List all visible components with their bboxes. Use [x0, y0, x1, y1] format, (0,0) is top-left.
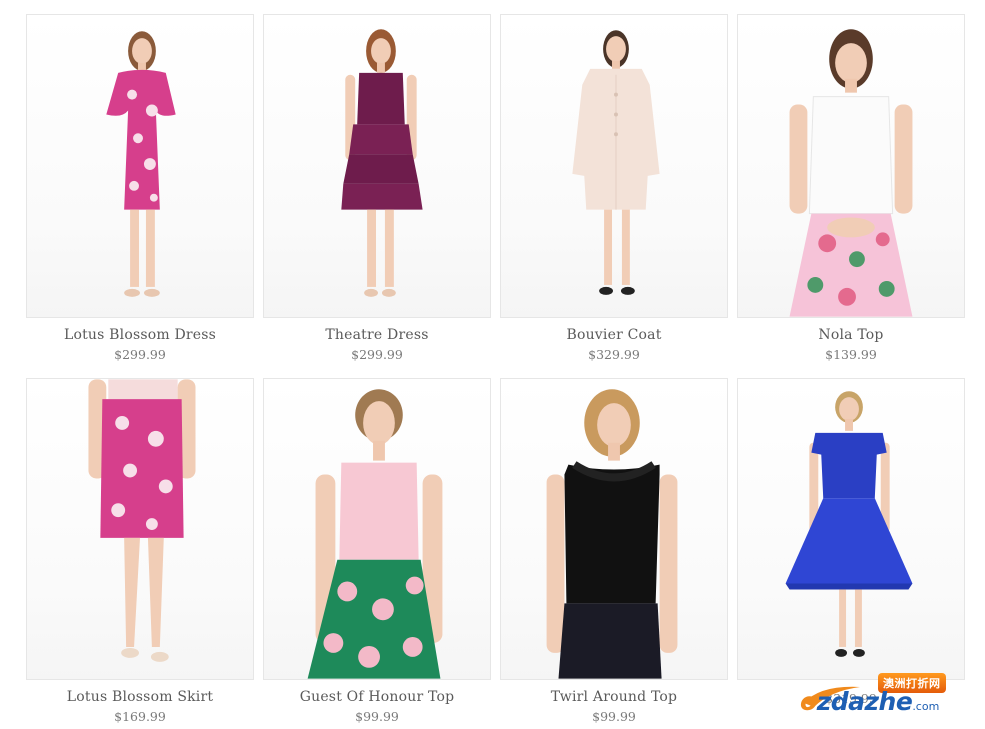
- product-image[interactable]: [500, 14, 728, 318]
- ruffled-dress-model-icon: [341, 29, 423, 297]
- product-image[interactable]: [500, 378, 728, 680]
- product-price: $329.99: [588, 347, 640, 362]
- product-image[interactable]: [263, 14, 491, 318]
- product-card[interactable]: Lotus Blossom Skirt $169.99: [26, 378, 254, 729]
- product-name[interactable]: Twirl Around Top: [551, 688, 677, 706]
- product-image[interactable]: [26, 14, 254, 318]
- watermark-o: o: [800, 687, 817, 716]
- watermark-tld: .com: [912, 700, 940, 713]
- product-card[interactable]: Lotus Blossom Dress $299.99: [26, 14, 254, 378]
- product-card[interactable]: Guest Of Honour Top $99.99: [263, 378, 491, 729]
- product-price: $299.99: [351, 347, 403, 362]
- product-image[interactable]: [737, 14, 965, 318]
- watermark-wordmark: ozdazhe.com: [800, 687, 939, 716]
- product-price: $299.99: [114, 347, 166, 362]
- watermark-word: zdazhe: [816, 687, 913, 716]
- product-image[interactable]: [737, 378, 965, 680]
- product-price: $99.99: [592, 709, 636, 724]
- product-card[interactable]: Bouvier Coat $329.99: [500, 14, 728, 378]
- product-card[interactable]: Theatre Dress $299.99: [263, 14, 491, 378]
- product-name[interactable]: Theatre Dress: [325, 326, 428, 344]
- product-image[interactable]: [263, 378, 491, 680]
- product-card[interactable]: Twirl Around Top $99.99: [500, 378, 728, 729]
- black-top-model-icon: [546, 389, 678, 679]
- product-name[interactable]: Lotus Blossom Skirt: [67, 688, 213, 706]
- lace-top-model-icon: [789, 29, 913, 317]
- product-image[interactable]: [26, 378, 254, 680]
- floral-dress-model-icon: [106, 31, 176, 297]
- product-name[interactable]: Guest Of Honour Top: [300, 688, 455, 706]
- lace-dress-model-icon: [785, 391, 913, 657]
- watermark-logo: 澳洲打折网 ozdazhe.com: [800, 673, 970, 719]
- floral-skirt-model-icon: [88, 379, 196, 662]
- product-grid: Lotus Blossom Dress $299.99 Theatre Dres…: [26, 14, 966, 729]
- product-price: $99.99: [355, 709, 399, 724]
- product-card[interactable]: Nola Top $139.99: [737, 14, 965, 378]
- product-name[interactable]: Lotus Blossom Dress: [64, 326, 216, 344]
- product-price: $139.99: [825, 347, 877, 362]
- halter-top-model-icon: [307, 389, 443, 679]
- product-name[interactable]: Bouvier Coat: [566, 326, 661, 344]
- coat-model-icon: [572, 30, 660, 295]
- product-price: $169.99: [114, 709, 166, 724]
- product-name[interactable]: Nola Top: [818, 326, 883, 344]
